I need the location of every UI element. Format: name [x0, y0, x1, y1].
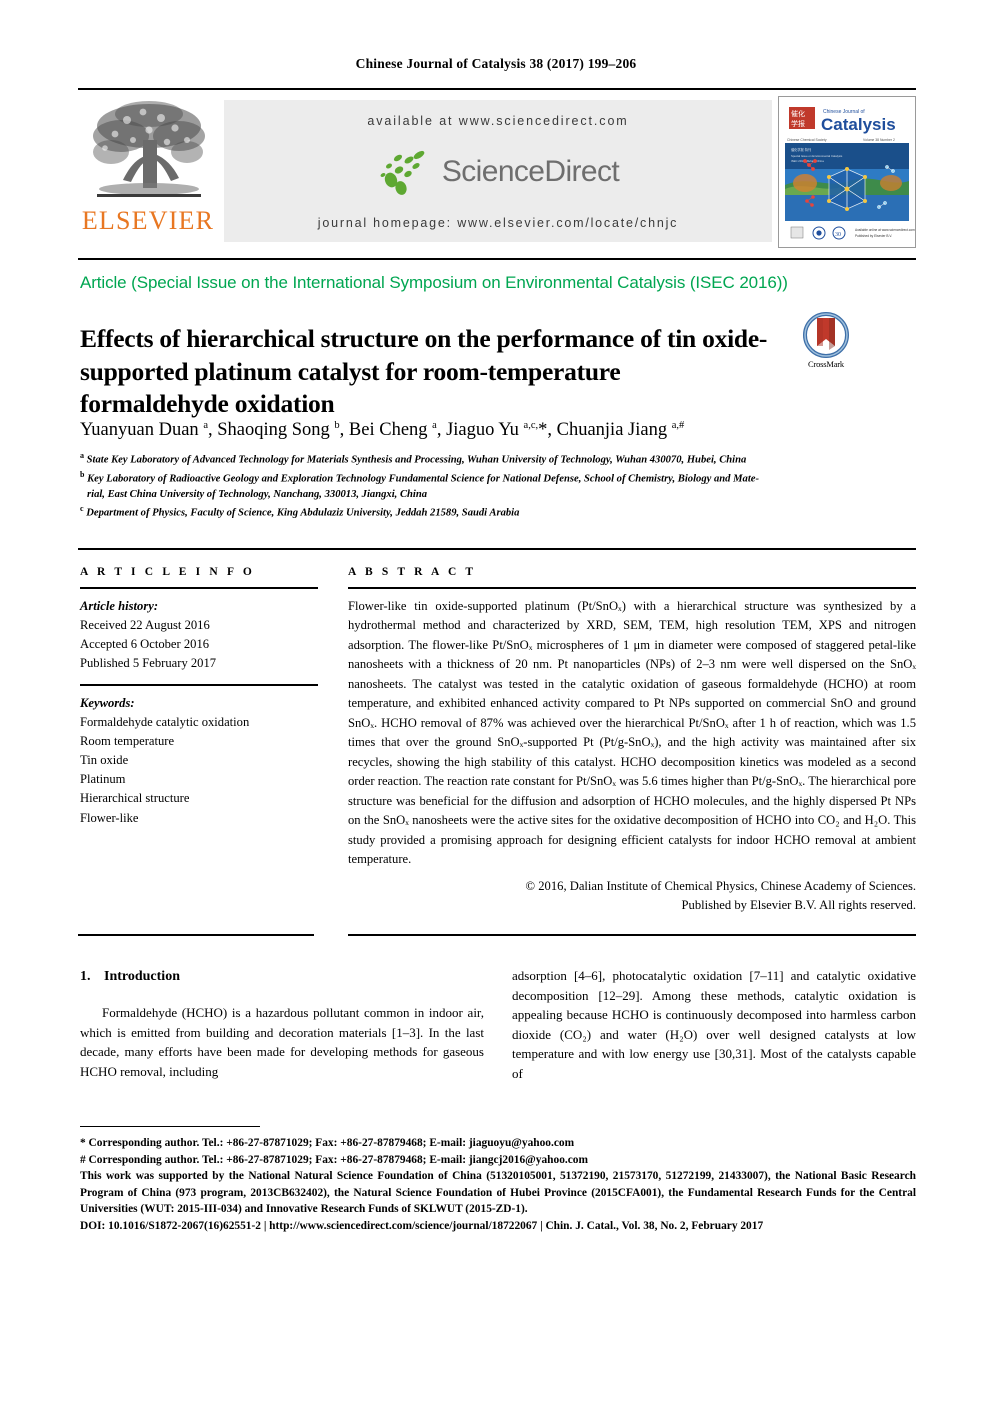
body-column-right: adsorption [4–6], photocatalytic oxidati… — [512, 966, 916, 1083]
page-title: Effects of hierarchical structure on the… — [80, 324, 768, 419]
article-info-rule — [80, 587, 318, 589]
corresponding-author-2: # Corresponding author. Tel.: +86-27-878… — [80, 1153, 588, 1166]
article-history: Article history: Received 22 August 2016… — [80, 597, 318, 674]
body-paragraph: Formaldehyde (HCHO) is a hazardous pollu… — [80, 1005, 484, 1079]
history-item: Accepted 6 October 2016 — [80, 636, 210, 651]
info-panel-bottom-rule-left — [78, 934, 314, 936]
crossmark-badge[interactable]: CrossMark — [790, 312, 862, 369]
affiliation-a: a State Key Laboratory of Advanced Techn… — [80, 450, 918, 469]
crossmark-label: CrossMark — [808, 359, 844, 369]
elsevier-logo: ELSEVIER — [78, 96, 218, 248]
svg-text:Chinese Chemical Society: Chinese Chemical Society — [787, 138, 827, 142]
sciencedirect-leaf-icon — [380, 150, 425, 195]
section-heading-introduction: 1. Introduction — [80, 966, 484, 987]
history-item: Received 22 August 2016 — [80, 617, 210, 632]
affiliation-text: Key Laboratory of Radioactive Geology an… — [87, 473, 760, 485]
keywords-rule — [80, 684, 318, 686]
masthead: ELSEVIER available at www.sciencedirect.… — [78, 92, 916, 250]
info-panel-bottom-rule-right — [348, 934, 916, 936]
keyword-item: Tin oxide — [80, 753, 129, 768]
masthead-bottom-rule — [78, 258, 916, 260]
abstract-rule — [348, 587, 916, 589]
keyword-item: Formaldehyde catalytic oxidation — [80, 714, 250, 729]
doi-line: DOI: 10.1016/S1872-2067(16)62551-2 | htt… — [80, 1219, 764, 1232]
svg-text:学报: 学报 — [791, 119, 805, 128]
keywords-label: Keywords: — [80, 695, 135, 710]
elsevier-tree-icon — [93, 101, 205, 197]
abstract-text: Flower-like tin oxide-supported platinum… — [348, 598, 916, 867]
affiliation-c: c Department of Physics, Faculty of Scie… — [80, 503, 918, 522]
abstract-heading: A B S T R A C T — [348, 566, 477, 578]
svg-text:30: 30 — [835, 232, 841, 238]
affiliation-b: b Key Laboratory of Radioactive Geology … — [80, 469, 918, 488]
info-panel-top-rule — [78, 548, 916, 550]
funding-note: This work was supported by the National … — [80, 1170, 916, 1216]
body-column-left: 1. Introduction Formaldehyde (HCHO) is a … — [80, 966, 484, 1083]
corresponding-author-1: * Corresponding author. Tel.: +86-27-878… — [80, 1137, 575, 1149]
paper-page: Chinese Journal of Catalysis 38 (2017) 1… — [0, 0, 992, 1403]
footnote-rule — [80, 1126, 260, 1128]
abstract-column: A B S T R A C T Flower-like tin oxide-su… — [348, 566, 916, 916]
affiliation-marker: b — [80, 469, 85, 479]
svg-text:Available online at www.scienc: Available online at www.sciencedirect.co… — [855, 228, 915, 232]
svg-text:ISEC 2016, Wuhan, China: ISEC 2016, Wuhan, China — [791, 159, 824, 163]
article-info-column: A R T I C L E I N F O Article history: R… — [80, 566, 318, 828]
copyright-line-1: © 2016, Dalian Institute of Chemical Phy… — [525, 878, 916, 893]
affiliation-text: Department of Physics, Faculty of Scienc… — [86, 507, 520, 519]
svg-text:Special Issue on Environmental: Special Issue on Environmental Catalysis — [791, 154, 843, 158]
body-columns: 1. Introduction Formaldehyde (HCHO) is a … — [80, 966, 916, 1083]
svg-text:Published by Elsevier B.V.: Published by Elsevier B.V. — [855, 234, 892, 238]
sciencedirect-banner: available at www.sciencedirect.com Scien… — [224, 100, 772, 242]
section-title: Introduction — [104, 969, 180, 984]
svg-text:Volume 38 Number 2: Volume 38 Number 2 — [863, 138, 895, 142]
svg-text:催化学报 特刊: 催化学报 特刊 — [791, 147, 811, 152]
keyword-item: Room temperature — [80, 734, 175, 749]
available-at-text: available at www.sciencedirect.com — [367, 114, 629, 128]
journal-homepage-text: journal homepage: www.elsevier.com/locat… — [317, 216, 679, 230]
keyword-item: Flower-like — [80, 810, 139, 825]
svg-text:催化: 催化 — [791, 109, 805, 118]
affiliation-b-cont: rial, East China University of Technolog… — [87, 489, 428, 501]
affiliation-marker: a — [80, 451, 84, 460]
keyword-item: Platinum — [80, 772, 126, 787]
body-paragraph: adsorption [4–6], photocatalytic oxidati… — [512, 968, 916, 1081]
masthead-top-rule — [78, 88, 916, 90]
affiliation-text: State Key Laboratory of Advanced Technol… — [86, 454, 747, 466]
crossmark-icon — [803, 312, 849, 358]
journal-cover-art: 催化学报 Chinese Journal of Catalysis Chines… — [779, 97, 915, 247]
article-history-label: Article history: — [80, 598, 159, 613]
author-list: Yuanyuan Duan a, Shaoqing Song b, Bei Ch… — [80, 419, 685, 440]
sciencedirect-logo: ScienceDirect — [377, 144, 620, 200]
footnote-block: * Corresponding author. Tel.: +86-27-878… — [80, 1135, 916, 1234]
section-number: 1. — [80, 969, 91, 984]
article-type-label: Article (Special Issue on the Internatio… — [80, 273, 788, 292]
journal-cover-thumbnail: 催化 学报 Chinese Journal of Catalysis Chines… — [778, 96, 916, 248]
elsevier-wordmark: ELSEVIER — [81, 206, 215, 235]
copyright-line-2: Published by Elsevier B.V. All rights re… — [681, 898, 916, 913]
keyword-item: Hierarchical structure — [80, 791, 190, 806]
affiliation-list: a State Key Laboratory of Advanced Techn… — [80, 450, 918, 522]
article-info-heading: A R T I C L E I N F O — [80, 566, 255, 578]
affiliation-marker: c — [80, 504, 84, 514]
history-item: Published 5 February 2017 — [80, 656, 217, 671]
sciencedirect-wordmark: ScienceDirect — [441, 155, 620, 188]
keyword-list: Keywords: Formaldehyde catalytic oxidati… — [80, 694, 318, 828]
svg-text:Catalysis: Catalysis — [821, 115, 896, 134]
running-head: Chinese Journal of Catalysis 38 (2017) 1… — [355, 56, 637, 71]
